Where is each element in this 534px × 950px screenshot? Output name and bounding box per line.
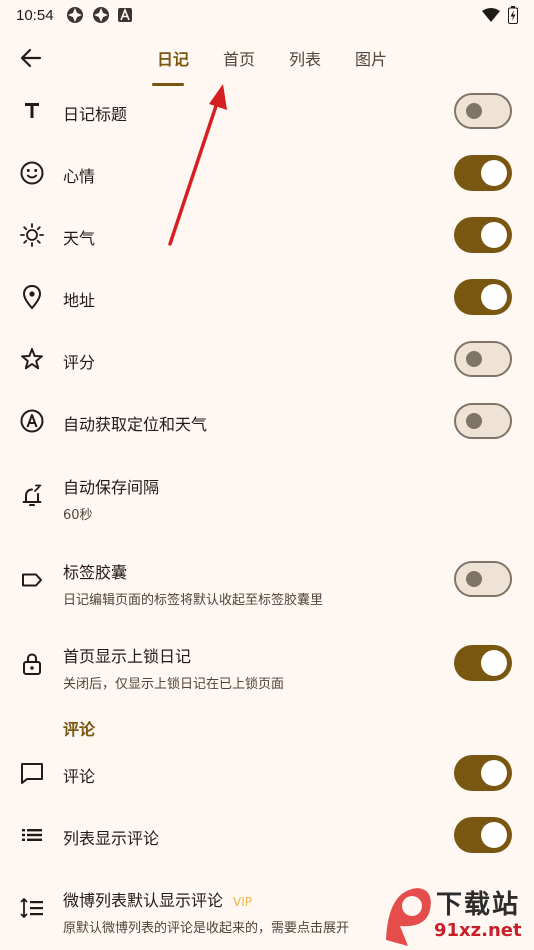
smiley-icon [18,159,46,187]
arrow-back-icon [20,48,42,68]
setting-row-mood[interactable]: 心情 [0,148,534,200]
setting-title: 心情 [63,167,96,186]
notification-icons [66,6,132,24]
battery-charging-icon [508,6,518,24]
tab-images[interactable]: 图片 [338,30,404,86]
tab-home[interactable]: 首页 [206,30,272,86]
setting-title: 评论 [63,767,96,786]
wifi-icon [482,8,500,22]
toggle-show-locked-diary[interactable] [454,645,512,681]
status-bar: 10:54 [0,0,534,30]
section-header-comments: 评论 [63,720,96,739]
setting-title: 标签胶囊 [63,563,128,582]
app-a-icon [117,8,132,22]
setting-title: 自动获取定位和天气 [63,415,208,434]
toggle-diary-title[interactable] [454,93,512,129]
sun-icon [18,221,46,249]
setting-title: 天气 [63,229,96,248]
star-icon [18,345,46,373]
top-app-bar: 日记 首页 列表 图片 [0,30,534,86]
tab-label: 列表 [288,50,321,69]
alarm-bell-icon [18,482,46,510]
setting-description: 日记编辑页面的标签将默认收起至标签胶囊里 [63,593,324,608]
system-icons [482,6,518,24]
line-spacing-icon [18,894,46,922]
tab-list[interactable]: 列表 [272,30,338,86]
tab-label: 图片 [354,50,387,69]
watermark-title: 下载站 [436,890,521,920]
auto-a-icon [18,407,46,435]
location-pin-icon [18,283,46,311]
aperture-icon [66,7,83,23]
lock-icon [18,650,46,678]
watermark-domain: 91xz.net [434,920,522,941]
toggle-tag-capsule[interactable] [454,561,512,597]
vip-badge: VIP [233,895,252,909]
toggle-auto-location-weather[interactable] [454,403,512,439]
tab-label: 日记 [156,50,189,69]
setting-row-list-show-comments[interactable]: 列表显示评论 [0,808,534,862]
status-time: 10:54 [16,6,54,24]
setting-title: 首页显示上锁日记 [63,647,192,666]
toggle-rating[interactable] [454,341,512,377]
label-tag-icon [18,566,46,594]
setting-row-address[interactable]: 地址 [0,272,534,324]
setting-row-autosave-interval[interactable]: 自动保存间隔 60秒 [0,462,534,526]
toggle-weather[interactable] [454,217,512,253]
aperture-icon [92,7,109,23]
setting-description: 关闭后，仅显示上锁日记在已上锁页面 [63,677,285,692]
toggle-mood[interactable] [454,155,512,191]
toggle-address[interactable] [454,279,512,315]
setting-title-text: 微博列表默认显示评论 [63,891,224,910]
setting-title: 日记标题 [63,105,128,124]
setting-title: 列表显示评论 [63,829,160,848]
comment-icon [18,759,46,787]
tab-label: 首页 [222,50,255,69]
annotation-arrow [168,84,227,246]
setting-title: 自动保存间隔 [63,478,160,497]
setting-row-rating[interactable]: 评分 [0,334,534,386]
tab-diary[interactable]: 日记 [140,30,206,86]
toggle-comments[interactable] [454,755,512,791]
setting-value: 60秒 [63,508,93,523]
setting-title: 评分 [63,353,96,372]
setting-row-weather[interactable]: 天气 [0,210,534,262]
setting-row-diary-title[interactable]: 日记标题 [0,86,534,138]
watermark-logo [386,888,431,946]
setting-row-tag-capsule[interactable]: 标签胶囊 日记编辑页面的标签将默认收起至标签胶囊里 [0,548,534,612]
setting-row-show-locked-diary[interactable]: 首页显示上锁日记 关闭后，仅显示上锁日记在已上锁页面 [0,632,534,696]
setting-row-auto-location-weather[interactable]: 自动获取定位和天气 [0,396,534,448]
title-text-icon [18,96,46,124]
list-icon [18,821,46,849]
site-watermark: 下载站 91xz.net [382,880,534,950]
tab-bar: 日记 首页 列表 图片 [140,30,404,86]
setting-title: 地址 [63,291,96,310]
setting-row-comments[interactable]: 评论 [0,746,534,800]
back-button[interactable] [14,42,48,74]
toggle-list-show-comments[interactable] [454,817,512,853]
